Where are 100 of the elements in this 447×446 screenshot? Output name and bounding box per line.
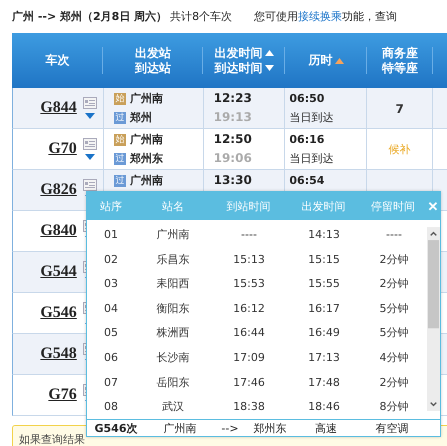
station-name: 郑州东 [130,151,163,166]
expand-icon[interactable] [84,113,95,119]
stop-duration: 2分钟 [380,276,408,292]
duration: 06:54 [288,173,326,189]
train-type: 高速 [314,420,338,436]
column-header: 站名 [160,198,185,214]
station-name: 广州南 [130,91,163,106]
departure-time: 14:13 [308,228,340,242]
departure-time: 17:48 [308,376,340,389]
stop-duration: 2分钟 [380,374,408,390]
station-tag: 始 [114,134,126,146]
arrow-text: --> [220,422,240,434]
station-tag: 过 [114,152,126,164]
seat-availability: 7 [395,102,404,116]
column-header: 到达站 [135,60,171,76]
air-conditioning: 有空调 [374,420,410,436]
train-number[interactable]: G548 [40,345,77,363]
train-number[interactable]: G844 [40,99,77,117]
departure-time: 13:30 [212,172,253,189]
station-tag: 始 [114,92,126,104]
expand-icon[interactable] [84,154,95,160]
train-label: G546次 [94,420,138,436]
station-name: 武汉 [162,399,184,414]
from-station: 广州南 [162,420,198,436]
departure-time: 16:49 [308,326,340,340]
departure-time: 12:50 [212,131,253,148]
departure-time: 16:17 [308,302,340,315]
column-header: 车次 [46,53,70,68]
notice-text: 如果查询结果 [19,432,85,446]
arrival-time: 15:13 [233,252,265,266]
column-header: 到站时间 [226,198,272,214]
route-title: 广州 --> 郑州（2月8日 周六） [12,8,168,24]
column-header[interactable]: 出发时间 [214,46,262,60]
stop-number: 02 [104,252,118,266]
station-name: 广州南 [156,227,190,242]
duration: 06:50 [288,91,326,107]
stop-number: 04 [104,302,118,315]
hint-text: 您可使用接续换乘功能，查询 [254,8,398,24]
stop-duration: 8分钟 [380,399,408,414]
stop-number: 01 [104,228,118,242]
departure-time: 18:46 [308,400,340,414]
train-number[interactable]: G840 [40,222,77,240]
column-header: 出发站 [135,46,171,60]
arrival-time: 16:44 [233,326,265,340]
station-name: 岳阳东 [156,374,190,390]
station-name: 长沙南 [156,350,190,366]
arrival-time: 16:12 [233,302,265,315]
sort-up-icon[interactable] [264,50,274,56]
arrival-time: ---- [241,228,257,242]
sort-up-icon[interactable] [334,58,344,64]
sort-down-icon[interactable] [264,65,274,71]
column-header[interactable]: 到达时间 [214,60,262,76]
station-name: 衡阳东 [156,300,190,316]
arrival-day: 当日到达 [285,149,366,168]
to-station: 郑州东 [252,420,288,436]
arrival-time: 17:09 [233,351,265,364]
duration: 06:16 [288,132,326,148]
column-header[interactable]: 历时 [308,53,332,68]
departure-time: 15:15 [308,252,340,266]
train-number[interactable]: G70 [48,140,77,158]
column-header: 出发时间 [300,198,346,214]
station-name: 广州南 [130,132,163,147]
departure-time: 17:13 [308,351,340,364]
station-name: 耒阳西 [156,276,190,292]
train-count: 共计8个车次 [170,8,232,24]
arrival-time: 19:06 [212,150,253,167]
transfer-link[interactable]: 接续换乘 [298,10,342,22]
station-name: 株洲西 [156,325,190,340]
card-icon[interactable] [82,138,97,150]
stop-number: 03 [104,277,118,290]
stop-number: 06 [104,351,118,364]
card-icon[interactable] [82,97,97,109]
train-number[interactable]: G546 [40,304,77,322]
stop-number: 07 [104,376,118,389]
arrival-time: 15:53 [233,277,265,290]
card-icon[interactable] [82,179,97,191]
arrival-day: 当日到达 [285,108,366,127]
station-tag: 过 [114,112,126,124]
arrival-time: 18:38 [233,400,265,414]
stop-duration: ---- [386,228,402,242]
train-number[interactable]: G826 [40,181,77,199]
station-name: 郑州 [130,110,152,125]
column-header: 特等座 [382,60,418,76]
station-name: 乐昌东 [156,252,190,267]
station-name: 广州南 [130,173,163,188]
station-tag: 过 [114,174,126,186]
departure-time: 15:55 [308,277,340,290]
stop-number: 08 [104,400,118,414]
train-number[interactable]: G544 [40,263,77,281]
stop-duration: 5分钟 [380,325,408,340]
column-header: 商务座 [382,46,418,60]
arrival-time: 17:46 [233,376,265,389]
stop-duration: 4分钟 [380,350,408,366]
arrival-time: 19:13 [212,109,253,126]
column-header: 停留时间 [370,198,416,214]
column-header: 站序 [98,198,123,214]
stop-duration: 2分钟 [380,252,408,267]
departure-time: 12:23 [212,90,253,107]
train-number[interactable]: G76 [48,386,77,404]
stop-number: 05 [104,326,118,340]
